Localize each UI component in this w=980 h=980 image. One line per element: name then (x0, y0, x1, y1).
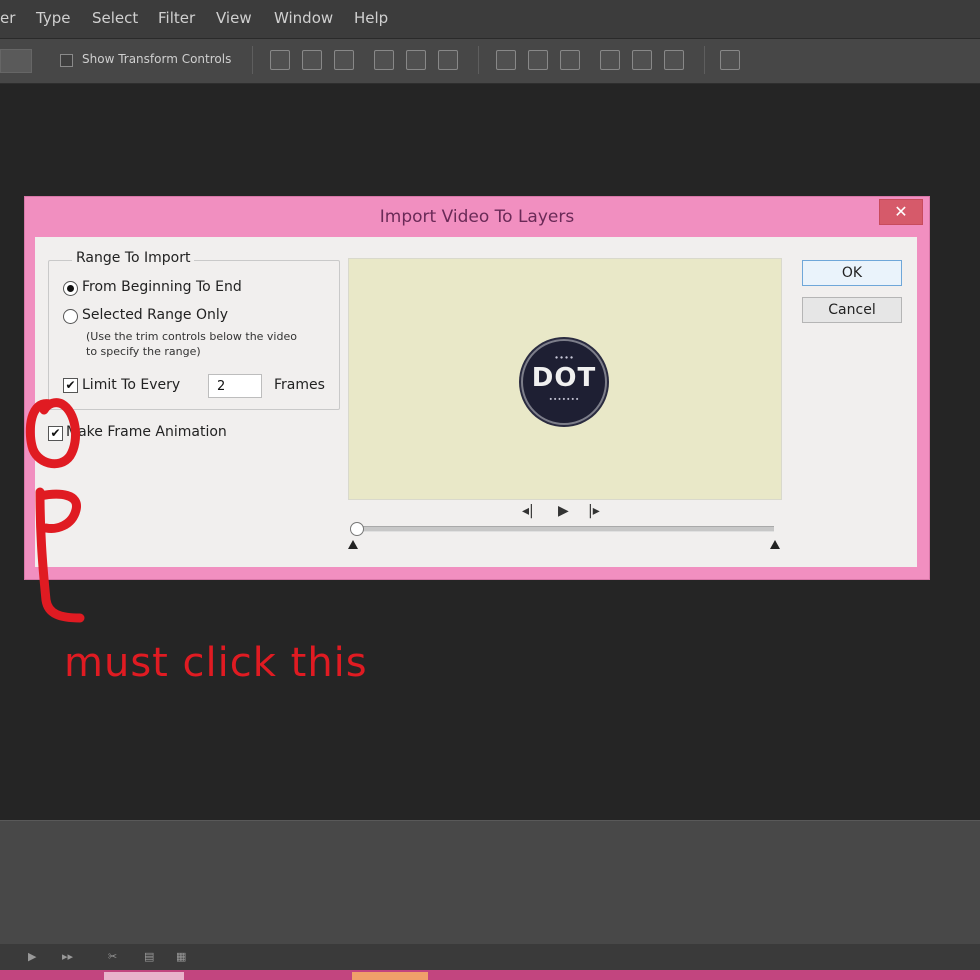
align-bottom-icon[interactable] (334, 50, 354, 70)
logo-top-text: ∙∙∙∙ (553, 353, 575, 362)
menu-bar: er Type Select Filter View Window Help (0, 0, 980, 39)
menu-item-select[interactable]: Select (92, 9, 138, 27)
align-left-icon[interactable] (374, 50, 394, 70)
show-transform-controls-checkbox[interactable] (60, 54, 73, 67)
play-timeline-icon[interactable]: ▶ (28, 950, 42, 964)
make-frame-animation-checkbox[interactable]: ✔ (48, 426, 63, 441)
previous-frame-icon[interactable]: ◂| (522, 503, 534, 519)
menu-item-type[interactable]: Type (36, 9, 70, 27)
align-right-icon[interactable] (438, 50, 458, 70)
selected-range-label: Selected Range Only (82, 307, 229, 323)
distribute-vertical-center-icon[interactable] (528, 50, 548, 70)
make-frame-animation-label: Make Frame Animation (66, 424, 227, 440)
video-preview: ∙∙∙∙ DOT ∙∙∙∙∙∙∙ (348, 258, 782, 500)
toolbar-separator (704, 46, 705, 74)
convert-icon[interactable]: ▦ (176, 950, 190, 964)
next-frame-timeline-icon[interactable]: ▸▸ (62, 950, 76, 964)
close-button[interactable]: ✕ (879, 199, 923, 225)
scrub-handle[interactable] (350, 522, 364, 536)
distribute-bottom-icon[interactable] (560, 50, 580, 70)
toolbar-separator (478, 46, 479, 74)
taskbar-tab[interactable] (352, 972, 428, 980)
toolbar-separator (252, 46, 253, 74)
from-beginning-label: From Beginning To End (82, 279, 242, 295)
cancel-button[interactable]: Cancel (802, 297, 902, 323)
distribute-left-icon[interactable] (600, 50, 620, 70)
timeline-panel (0, 820, 980, 945)
selected-range-note: (Use the trim controls below the video t… (86, 330, 297, 358)
limit-to-every-label: Limit To Every (82, 377, 181, 393)
distribute-right-icon[interactable] (664, 50, 684, 70)
align-horizontal-center-icon[interactable] (406, 50, 426, 70)
selected-range-radio[interactable] (63, 309, 78, 324)
radio-selected-dot (67, 285, 74, 292)
menu-item-help[interactable]: Help (354, 9, 388, 27)
annotation-text: must click this (64, 640, 368, 686)
trim-end-marker[interactable] (770, 540, 780, 549)
logo-big-text: DOT (531, 363, 597, 393)
next-frame-icon[interactable]: |▸ (588, 503, 600, 519)
distribute-horizontal-center-icon[interactable] (632, 50, 652, 70)
menu-item-window[interactable]: Window (274, 9, 333, 27)
from-beginning-radio[interactable] (63, 281, 78, 296)
range-group-label: Range To Import (72, 250, 195, 266)
dialog-title: Import Video To Layers (379, 207, 575, 227)
play-icon[interactable]: ▶ (558, 503, 569, 519)
distribute-top-icon[interactable] (496, 50, 516, 70)
show-transform-controls-label: Show Transform Controls (82, 52, 232, 66)
limit-to-every-checkbox[interactable]: ✔ (63, 378, 78, 393)
taskbar-tab[interactable] (104, 972, 184, 980)
align-vertical-center-icon[interactable] (302, 50, 322, 70)
menu-item-partial[interactable]: er (0, 9, 15, 27)
trim-start-marker[interactable] (348, 540, 358, 549)
transition-icon[interactable]: ▤ (144, 950, 158, 964)
logo-bottom-text: ∙∙∙∙∙∙∙ (548, 395, 580, 403)
align-top-icon[interactable] (270, 50, 290, 70)
limit-frames-input[interactable] (208, 374, 262, 398)
menu-item-filter[interactable]: Filter (158, 9, 195, 27)
video-scrub-track[interactable] (352, 526, 774, 532)
frames-label: Frames (274, 377, 325, 393)
split-icon[interactable]: ✂ (108, 950, 122, 964)
auto-align-layers-icon[interactable] (720, 50, 740, 70)
ok-button[interactable]: OK (802, 260, 902, 286)
tool-preset-button[interactable] (0, 49, 32, 73)
menu-item-view[interactable]: View (216, 9, 252, 27)
dot-logo: ∙∙∙∙ DOT ∙∙∙∙∙∙∙ (521, 339, 607, 425)
